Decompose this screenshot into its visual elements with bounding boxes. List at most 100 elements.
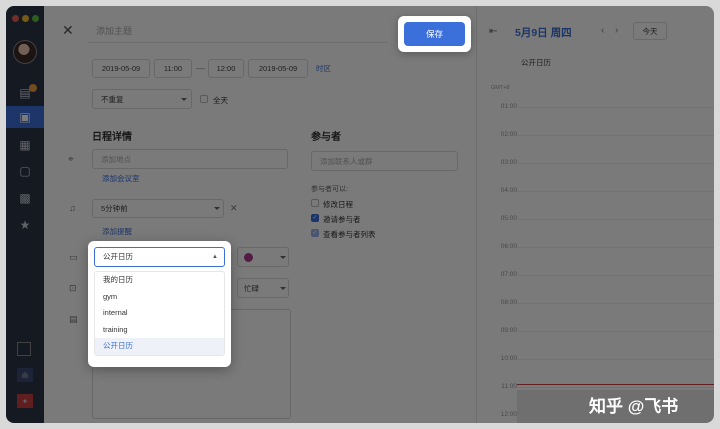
chevron-down-icon [181,98,187,101]
attendees-can-label: 参与者可以: [311,186,348,193]
date-title: 5月9日 周四 [515,27,572,39]
calendar-select-value: 公开日历 [103,252,133,261]
today-button[interactable]: 今天 [633,22,667,40]
app-shortcut-icon[interactable]: ✦ [17,394,33,408]
hour-label: 06:00 [500,243,517,250]
hour-label: 09:00 [500,327,517,334]
title-input[interactable]: 添加主题 [88,19,388,43]
hour-label: 04:00 [500,187,517,194]
option-label: 邀请参与者 [323,215,361,224]
hour-label: 01:00 [500,103,517,110]
hour-line [517,135,714,136]
sidebar: ▤ ▣ ▦ ▢ ▩ ★ ılı ✦ [6,6,44,423]
apps-grid-icon[interactable]: ▩ [17,191,33,205]
save-button-highlight: 保存 [398,16,471,52]
star-icon[interactable]: ★ [17,218,33,232]
details-section-title: 日程详情 [92,132,132,143]
hour-line [517,303,714,304]
chevron-down-icon [280,287,286,290]
notification-badge [29,84,37,92]
option-checkbox-view[interactable]: ✓ [311,229,319,237]
docs-icon[interactable]: ▦ [17,138,33,152]
calendar-option[interactable]: training [95,322,224,339]
time-separator: — [196,63,205,73]
hour-label: 11:00 [501,383,517,390]
contacts-icon[interactable]: ▢ [17,164,33,178]
lock-icon: ⊡ [69,283,77,293]
attendee-input[interactable]: 添加联系人或群 [311,151,458,171]
chevron-down-icon [214,207,220,210]
avatar[interactable] [13,40,37,64]
reminder-value: 5分钟前 [101,204,128,213]
watermark-text: 知乎 @飞书 [589,397,679,416]
location-input[interactable]: 添加地点 [92,149,288,169]
current-time-line [517,384,714,385]
day-view-panel: ⇤ 5月9日 周四 ‹ › 今天 公开日历 GMT+8 01:00 02:00 03… [476,6,714,423]
end-date-field[interactable]: 2019-05-09 [248,59,308,78]
hour-label: 03:00 [500,159,517,166]
calendar-select[interactable]: 公开日历 ▲ [94,247,225,267]
hour-grid: 01:00 02:00 03:00 04:00 05:00 06:00 07:00 08:00… [477,103,714,423]
hour-line [517,331,714,332]
hour-line [517,163,714,164]
color-dot [244,252,253,262]
calendar-option[interactable]: gym [95,289,224,306]
hour-label: 07:00 [500,271,517,278]
option-label: 修改日程 [323,200,353,209]
save-button[interactable]: 保存 [404,22,465,46]
stats-icon[interactable]: ılı [17,368,33,382]
location-pin-icon: ⌖ [68,154,74,165]
caret-up-icon: ▲ [212,254,218,260]
option-checkbox-invite[interactable]: ✓ [311,214,319,222]
hour-label: 02:00 [500,131,517,138]
collapse-left-icon[interactable]: ⇤ [489,26,497,37]
prev-day-icon[interactable]: ‹ [601,25,604,36]
repeat-select[interactable]: 不重复 [92,89,192,109]
close-window-button[interactable] [12,15,19,22]
hour-line [517,191,714,192]
add-reminder-link[interactable]: 添加提醒 [102,226,132,237]
close-icon[interactable]: ✕ [62,22,74,39]
calendar-column-title: 公开日历 [521,58,551,67]
description-icon: ▤ [69,314,78,324]
hour-line [517,359,714,360]
calendar-small-icon: ▭ [69,252,78,262]
calendar-option[interactable]: 我的日历 [95,272,224,289]
hour-line [517,107,714,108]
start-time-field[interactable]: 11:00 [154,59,192,78]
hour-label: 05:00 [500,215,517,222]
hour-line [517,275,714,276]
app-window: ▤ ▣ ▦ ▢ ▩ ★ ılı ✦ ✕ 添加主题 2019-05-09 11:0… [6,6,714,423]
busy-value: 忙碌 [244,283,259,293]
option-label: 查看参与者列表 [323,230,376,239]
more-apps-icon[interactable] [17,342,31,356]
hour-line [517,219,714,220]
timezone-label: GMT+8 [491,85,510,91]
next-day-icon[interactable]: › [615,25,618,36]
repeat-value: 不重复 [101,94,124,104]
allday-label: 全天 [213,96,228,105]
hour-line [517,387,714,388]
calendar-option-selected[interactable]: 公开日历 [95,338,224,355]
minimize-window-button[interactable] [22,15,29,22]
add-room-link[interactable]: 添加会议室 [102,173,140,184]
allday-checkbox[interactable] [200,95,208,103]
calendar-options-list: 我的日历 gym internal training 公开日历 [94,271,225,356]
bell-icon: ♫ [69,203,76,213]
attendees-section-title: 参与者 [311,132,341,143]
calendar-option[interactable]: internal [95,305,224,322]
start-date-field[interactable]: 2019-05-09 [92,59,150,78]
zoom-window-button[interactable] [32,15,39,22]
remove-reminder-icon[interactable]: ✕ [230,203,238,214]
calendar-dropdown-highlight: 公开日历 ▲ 我的日历 gym internal training 公开日历 [88,241,231,367]
end-time-field[interactable]: 12:00 [208,59,244,78]
chevron-down-icon [280,256,286,259]
hour-label: 12:00 [500,411,517,418]
timezone-link[interactable]: 时区 [316,63,331,74]
calendar-icon[interactable]: ▣ [17,110,33,124]
hour-label: 08:00 [500,299,517,306]
hour-line [517,247,714,248]
hour-label: 10:00 [500,355,517,362]
reminder-select[interactable]: 5分钟前 [92,199,224,218]
option-checkbox-edit[interactable] [311,199,319,207]
